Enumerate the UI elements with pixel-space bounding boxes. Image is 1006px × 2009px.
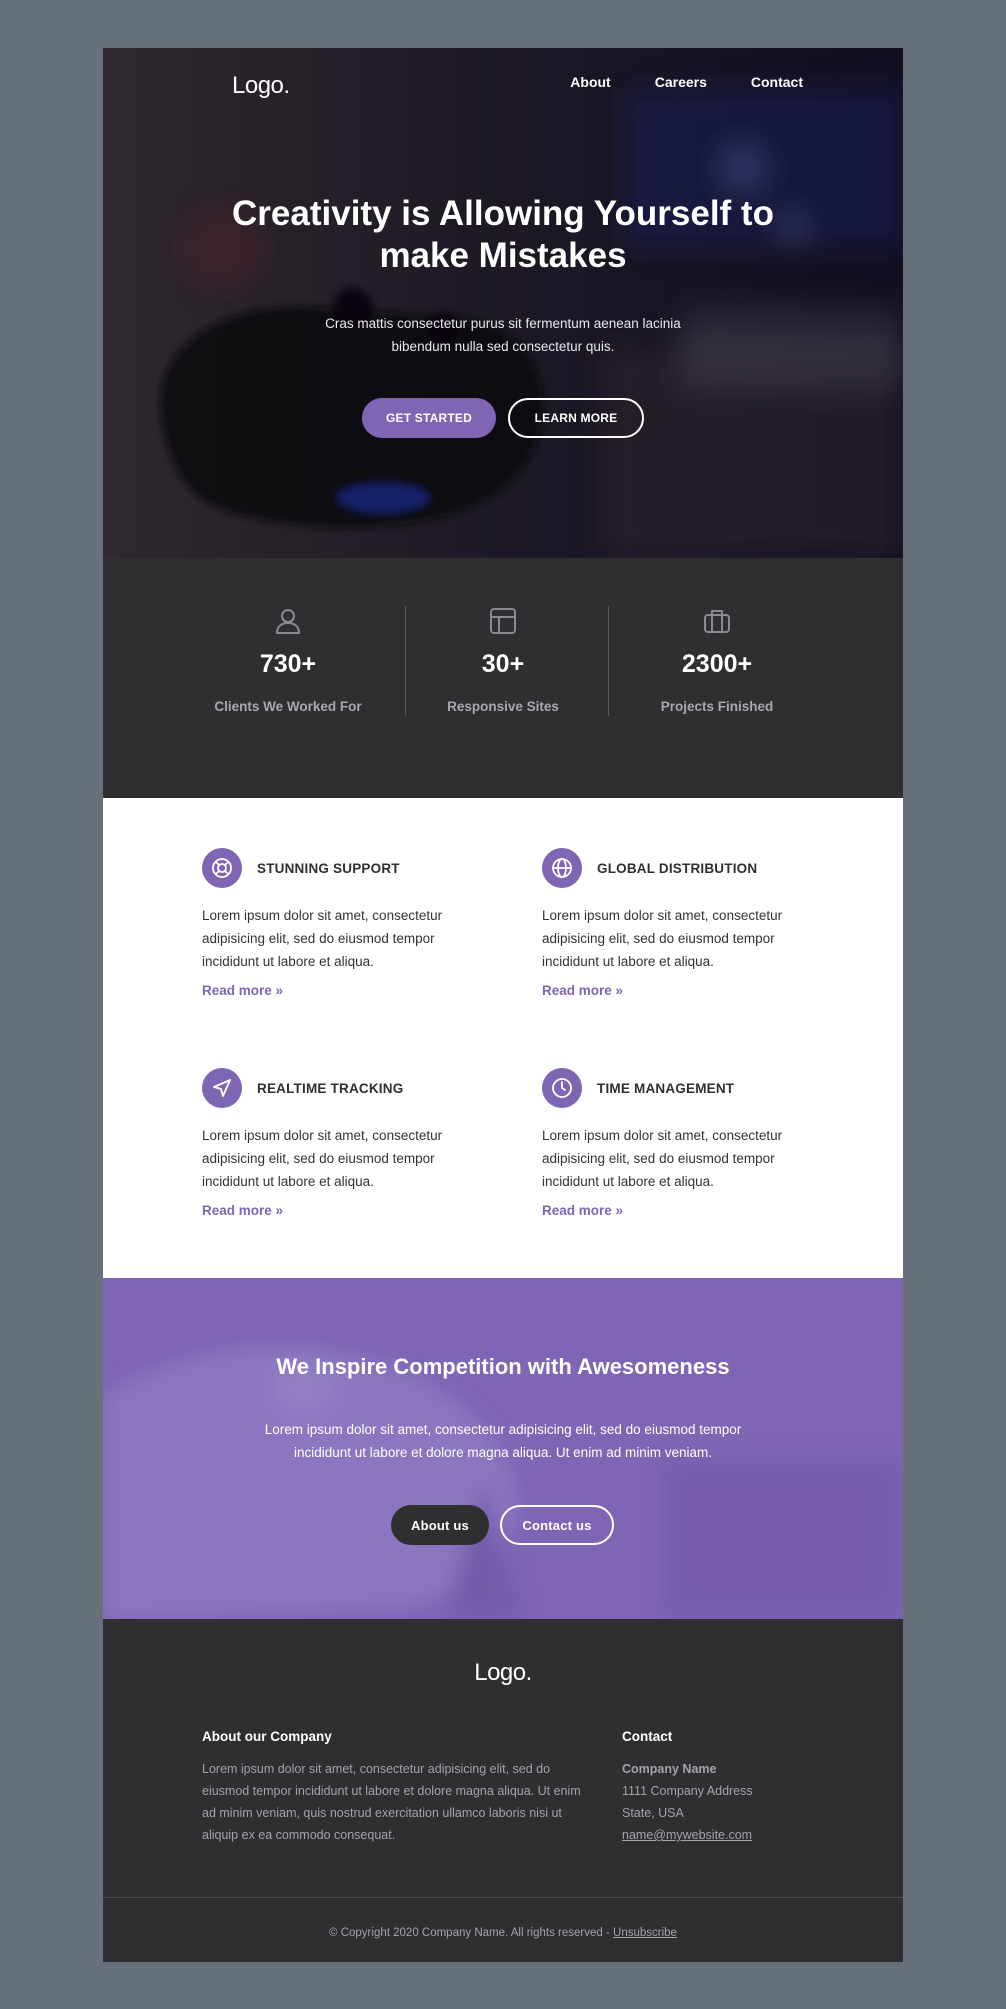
email-container: Logo. About Careers Contact Creativity i… <box>103 48 903 1962</box>
feature-title: REALTIME TRACKING <box>257 1080 404 1096</box>
footer-contact-title: Contact <box>622 1729 673 1744</box>
stat-label: Projects Finished <box>660 699 774 714</box>
cta-section: We Inspire Competition with Awesomeness … <box>103 1278 903 1619</box>
stat-value: 2300+ <box>681 650 753 678</box>
footer-about-text: Lorem ipsum dolor sit amet, consectetur … <box>202 1762 581 1842</box>
feature-global-distribution: GLOBAL DISTRIBUTION Lorem ipsum dolor si… <box>542 848 802 998</box>
stat-divider <box>405 606 406 716</box>
learn-more-button[interactable]: LEARN MORE <box>508 398 644 438</box>
footer-divider <box>103 1897 903 1898</box>
read-more-link[interactable]: Read more » <box>202 983 462 998</box>
footer-about-title: About our Company <box>202 1729 332 1744</box>
unsubscribe-link[interactable]: Unsubscribe <box>613 1927 677 1939</box>
read-more-link[interactable]: Read more » <box>542 983 802 998</box>
footer-about: About our Company Lorem ipsum dolor sit … <box>202 1729 582 1846</box>
copyright-text: © Copyright 2020 Company Name. All right… <box>329 1927 610 1939</box>
feature-stunning-support: STUNNING SUPPORT Lorem ipsum dolor sit a… <box>202 848 462 998</box>
hero-overlay <box>103 48 903 558</box>
header-logo[interactable]: Logo. <box>232 72 290 100</box>
feature-title: GLOBAL DISTRIBUTION <box>597 860 758 876</box>
nav-link-about[interactable]: About <box>570 74 610 90</box>
hero-title: Creativity is Allowing Yourself to make … <box>232 194 774 275</box>
navigation-icon <box>202 1068 242 1108</box>
cta-text: Lorem ipsum dolor sit amet, consectetur … <box>264 1422 742 1460</box>
company-name: Company Name <box>622 1762 717 1776</box>
briefcase-icon <box>702 606 732 636</box>
email-link[interactable]: name@mywebsite.com <box>622 1828 752 1842</box>
lifebuoy-icon <box>202 848 242 888</box>
feature-text: Lorem ipsum dolor sit amet, consectetur … <box>202 1128 443 1189</box>
footer-section: Logo. About our Company Lorem ipsum dolo… <box>103 1619 903 1962</box>
read-more-link[interactable]: Read more » <box>542 1203 802 1218</box>
read-more-link[interactable]: Read more » <box>202 1203 462 1218</box>
company-address: 1111 Company Address <box>622 1784 753 1798</box>
layout-icon <box>488 606 518 636</box>
stat-clients: 730+ Clients We Worked For <box>193 606 383 714</box>
feature-title: TIME MANAGEMENT <box>597 1080 735 1096</box>
stat-divider <box>608 606 609 716</box>
footer-logo[interactable]: Logo. <box>103 1659 903 1687</box>
stat-value: 30+ <box>481 650 525 678</box>
user-icon <box>273 606 303 636</box>
globe-icon <box>542 848 582 888</box>
feature-time-management: TIME MANAGEMENT Lorem ipsum dolor sit am… <box>542 1068 802 1218</box>
header-nav: About Careers Contact <box>526 74 803 90</box>
feature-title: STUNNING SUPPORT <box>257 860 400 876</box>
feature-text: Lorem ipsum dolor sit amet, consectetur … <box>542 908 783 969</box>
contact-us-button[interactable]: Contact us <box>500 1505 614 1545</box>
stats-section: 730+ Clients We Worked For 30+ Responsiv… <box>103 558 903 798</box>
footer-contact: Contact Company Name 1111 Company Addres… <box>622 1729 822 1846</box>
stat-label: Responsive Sites <box>447 699 559 714</box>
hero-subtitle: Cras mattis consectetur purus sit fermen… <box>325 316 681 354</box>
hero-section: Logo. About Careers Contact Creativity i… <box>103 48 903 558</box>
stat-projects: 2300+ Projects Finished <box>622 606 812 714</box>
feature-realtime-tracking: REALTIME TRACKING Lorem ipsum dolor sit … <box>202 1068 462 1218</box>
clock-icon <box>542 1068 582 1108</box>
stat-label: Clients We Worked For <box>214 699 362 714</box>
stat-sites: 30+ Responsive Sites <box>408 606 598 714</box>
about-us-button[interactable]: About us <box>391 1505 489 1545</box>
get-started-button[interactable]: GET STARTED <box>362 398 496 438</box>
feature-text: Lorem ipsum dolor sit amet, consectetur … <box>542 1128 783 1189</box>
feature-text: Lorem ipsum dolor sit amet, consectetur … <box>202 908 443 969</box>
copyright-line: © Copyright 2020 Company Name. All right… <box>103 1927 903 1939</box>
company-state: State, USA <box>622 1806 684 1820</box>
nav-link-contact[interactable]: Contact <box>751 74 803 90</box>
features-section: STUNNING SUPPORT Lorem ipsum dolor sit a… <box>103 798 903 1278</box>
nav-link-careers[interactable]: Careers <box>655 74 707 90</box>
cta-title: We Inspire Competition with Awesomeness <box>276 1354 730 1379</box>
stat-value: 730+ <box>259 650 317 678</box>
